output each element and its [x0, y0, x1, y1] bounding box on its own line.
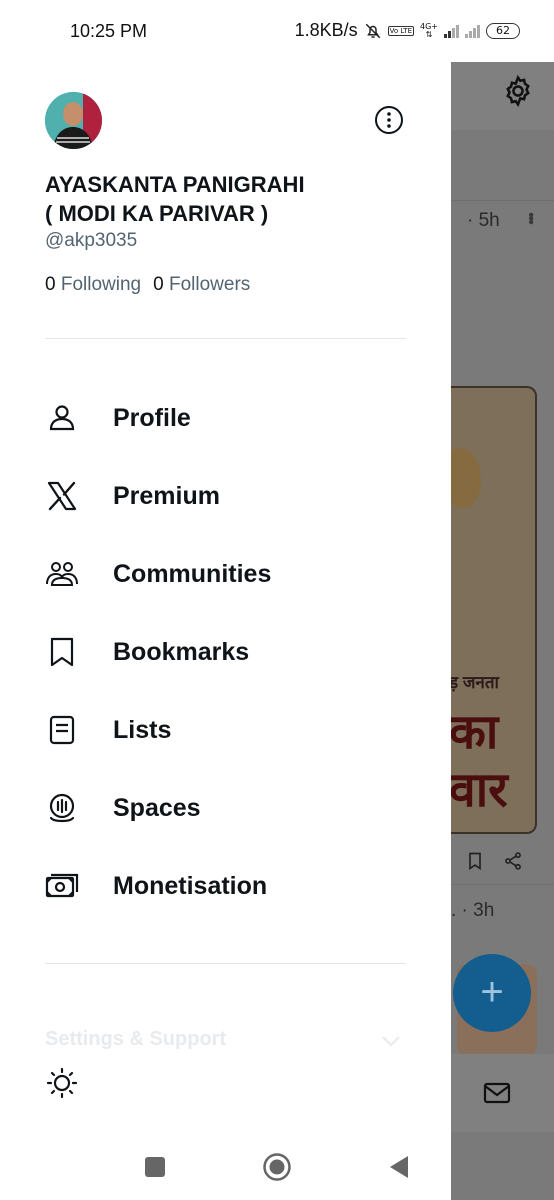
image-text-2: का [451, 706, 499, 759]
communities-icon [46, 562, 78, 586]
menu-label: Premium [113, 481, 220, 510]
recents-icon[interactable] [142, 1154, 168, 1180]
background-header [451, 52, 554, 130]
following-link[interactable]: 0 Following [45, 274, 141, 296]
share-icon [505, 852, 521, 870]
bell-muted-icon [365, 23, 380, 38]
image-decoration [451, 448, 481, 508]
gear-icon [506, 74, 530, 108]
menu-item-lists[interactable]: Lists [45, 700, 406, 760]
back-icon[interactable] [386, 1154, 412, 1180]
background-app: · 5h ••• ड़ जनता का वार . · 3h + [451, 52, 554, 1200]
sun-icon[interactable] [45, 1066, 79, 1100]
menu-item-monetisation[interactable]: Monetisation [45, 856, 406, 916]
image-text-3: वार [451, 764, 508, 817]
background-divider [451, 884, 554, 885]
divider [45, 338, 406, 339]
signal-2-icon [465, 24, 480, 38]
network-type: 4G+ ⇅ [420, 21, 438, 39]
mail-icon [483, 1082, 511, 1104]
volte-badge: Vo LTE [387, 25, 414, 36]
menu-item-communities[interactable]: Communities [45, 544, 406, 604]
spaces-icon [49, 793, 75, 823]
system-navigation-bar [0, 1132, 451, 1200]
menu-item-premium[interactable]: Premium [45, 466, 406, 526]
menu-label: Communities [113, 559, 272, 588]
net-speed: 1.8KB/s [294, 20, 358, 40]
display-name[interactable]: AYASKANTA PANIGRAHI ( MODI KA PARIVAR ) [45, 170, 405, 228]
tweet-image: ड़ जनता का वार [451, 386, 537, 834]
menu-label: Bookmarks [113, 637, 250, 666]
tweet-more-icon: ••• [522, 212, 539, 223]
navigation-drawer: AYASKANTA PANIGRAHI ( MODI KA PARIVAR ) … [0, 52, 451, 1142]
follow-stats: 0 Following 0 Followers [45, 274, 250, 296]
tweet-timestamp: . · 3h [451, 900, 495, 921]
followers-link[interactable]: 0 Followers [153, 274, 250, 296]
background-nav [451, 1132, 554, 1200]
settings-support-row[interactable]: Settings & Support [45, 1024, 406, 1058]
menu-label: Lists [113, 715, 172, 744]
bookmark-icon [469, 852, 481, 871]
settings-support-label: Settings & Support [45, 1028, 227, 1050]
user-handle: @akp3035 [45, 230, 138, 251]
status-icons: 1.8KB/s Vo LTE 4G+ ⇅ 62 [295, 20, 520, 41]
signal-icon [444, 24, 459, 38]
display-name-line-2: ( MODI KA PARIVAR ) [45, 201, 269, 226]
bookmark-icon [50, 637, 74, 667]
avatar[interactable] [45, 92, 102, 149]
menu-label: Profile [113, 403, 191, 432]
menu-label: Monetisation [113, 871, 268, 900]
background-divider [451, 200, 554, 201]
person-icon [49, 405, 75, 431]
avatar-photo [45, 92, 102, 149]
menu-item-spaces[interactable]: Spaces [45, 778, 406, 838]
background-bottom-bar [451, 1054, 554, 1132]
display-name-line-1: AYASKANTA PANIGRAHI [45, 172, 305, 197]
money-icon [45, 873, 79, 898]
compose-fab: + [453, 954, 531, 1032]
status-bar: 10:25 PM 1.8KB/s Vo LTE 4G+ ⇅ 62 [0, 0, 554, 62]
image-text-1: ड़ जनता [451, 673, 499, 692]
home-icon[interactable] [262, 1152, 292, 1182]
list-icon [49, 715, 75, 745]
menu-label: Spaces [113, 793, 201, 822]
menu-item-profile[interactable]: Profile [45, 388, 406, 448]
battery-icon: 62 [486, 22, 520, 39]
status-time: 10:25 PM [70, 21, 148, 41]
menu-item-bookmarks[interactable]: Bookmarks [45, 622, 406, 682]
more-options-icon[interactable] [374, 105, 404, 135]
x-logo-icon [47, 481, 77, 511]
tweet-timestamp: · 5h [467, 210, 500, 231]
divider [45, 963, 406, 964]
tweet-actions [465, 850, 523, 872]
chevron-down-icon [382, 1036, 400, 1047]
